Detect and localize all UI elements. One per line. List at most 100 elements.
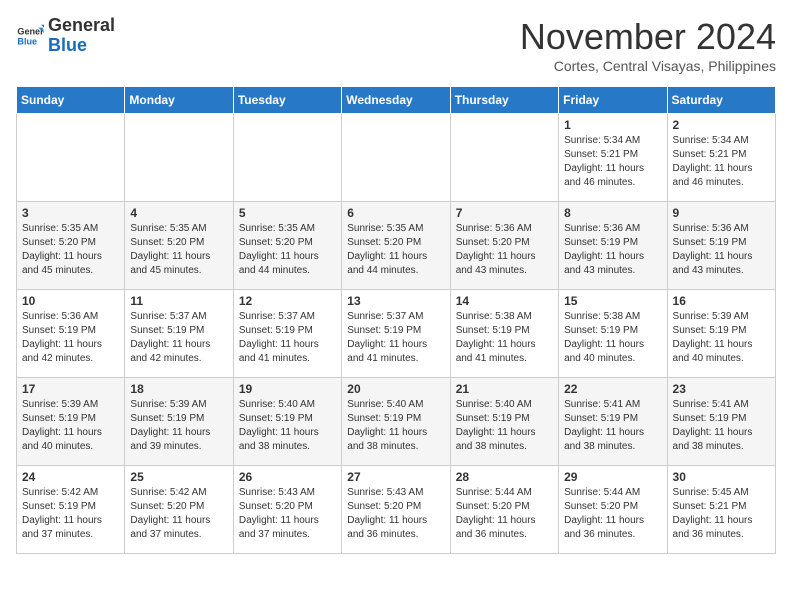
day-number: 9 xyxy=(673,206,770,220)
day-header-monday: Monday xyxy=(125,87,233,114)
day-info: Sunrise: 5:36 AM Sunset: 5:20 PM Dayligh… xyxy=(456,222,553,278)
day-number: 8 xyxy=(564,206,661,220)
calendar-cell: 20 Sunrise: 5:40 AM Sunset: 5:19 PM Dayli… xyxy=(342,378,450,466)
day-number: 19 xyxy=(239,382,336,396)
calendar-cell xyxy=(233,114,341,202)
day-number: 6 xyxy=(347,206,444,220)
day-number: 14 xyxy=(456,294,553,308)
calendar-cell: 22 Sunrise: 5:41 AM Sunset: 5:19 PM Dayli… xyxy=(559,378,667,466)
calendar-cell: 29 Sunrise: 5:44 AM Sunset: 5:20 PM Dayli… xyxy=(559,466,667,554)
day-info: Sunrise: 5:43 AM Sunset: 5:20 PM Dayligh… xyxy=(239,486,336,542)
month-title: November 2024 xyxy=(520,16,776,58)
calendar-cell: 6 Sunrise: 5:35 AM Sunset: 5:20 PM Daylig… xyxy=(342,202,450,290)
day-number: 5 xyxy=(239,206,336,220)
day-info: Sunrise: 5:38 AM Sunset: 5:19 PM Dayligh… xyxy=(564,310,661,366)
day-info: Sunrise: 5:34 AM Sunset: 5:21 PM Dayligh… xyxy=(673,134,770,190)
day-header-thursday: Thursday xyxy=(450,87,558,114)
day-info: Sunrise: 5:40 AM Sunset: 5:19 PM Dayligh… xyxy=(347,398,444,454)
day-number: 12 xyxy=(239,294,336,308)
day-number: 18 xyxy=(130,382,227,396)
day-number: 17 xyxy=(22,382,119,396)
svg-text:Blue: Blue xyxy=(17,36,37,46)
calendar-body: 1Sunrise: 5:34 AM Sunset: 5:21 PM Daylig… xyxy=(17,114,776,554)
day-number: 29 xyxy=(564,470,661,484)
day-number: 21 xyxy=(456,382,553,396)
day-number: 20 xyxy=(347,382,444,396)
calendar-cell: 4 Sunrise: 5:35 AM Sunset: 5:20 PM Daylig… xyxy=(125,202,233,290)
day-number: 24 xyxy=(22,470,119,484)
day-info: Sunrise: 5:37 AM Sunset: 5:19 PM Dayligh… xyxy=(347,310,444,366)
day-number: 10 xyxy=(22,294,119,308)
week-row-4: 17 Sunrise: 5:39 AM Sunset: 5:19 PM Dayli… xyxy=(17,378,776,466)
logo-text: General Blue xyxy=(48,16,115,56)
day-info: Sunrise: 5:42 AM Sunset: 5:19 PM Dayligh… xyxy=(22,486,119,542)
calendar-cell: 19Sunrise: 5:40 AM Sunset: 5:19 PM Dayli… xyxy=(233,378,341,466)
day-number: 27 xyxy=(347,470,444,484)
week-row-3: 10 Sunrise: 5:36 AM Sunset: 5:19 PM Dayli… xyxy=(17,290,776,378)
calendar-cell: 9 Sunrise: 5:36 AM Sunset: 5:19 PM Daylig… xyxy=(667,202,775,290)
day-header-saturday: Saturday xyxy=(667,87,775,114)
day-info: Sunrise: 5:37 AM Sunset: 5:19 PM Dayligh… xyxy=(239,310,336,366)
day-info: Sunrise: 5:39 AM Sunset: 5:19 PM Dayligh… xyxy=(22,398,119,454)
day-number: 15 xyxy=(564,294,661,308)
day-info: Sunrise: 5:39 AM Sunset: 5:19 PM Dayligh… xyxy=(673,310,770,366)
calendar-cell: 24 Sunrise: 5:42 AM Sunset: 5:19 PM Dayli… xyxy=(17,466,125,554)
page-header: General Blue General Blue November 2024 … xyxy=(16,16,776,74)
calendar-cell: 23 Sunrise: 5:41 AM Sunset: 5:19 PM Dayli… xyxy=(667,378,775,466)
header-row: SundayMondayTuesdayWednesdayThursdayFrid… xyxy=(17,87,776,114)
week-row-2: 3 Sunrise: 5:35 AM Sunset: 5:20 PM Daylig… xyxy=(17,202,776,290)
calendar-cell: 1Sunrise: 5:34 AM Sunset: 5:21 PM Daylig… xyxy=(559,114,667,202)
day-number: 4 xyxy=(130,206,227,220)
calendar-cell xyxy=(17,114,125,202)
day-number: 30 xyxy=(673,470,770,484)
day-info: Sunrise: 5:36 AM Sunset: 5:19 PM Dayligh… xyxy=(22,310,119,366)
calendar-table: SundayMondayTuesdayWednesdayThursdayFrid… xyxy=(16,86,776,554)
day-info: Sunrise: 5:44 AM Sunset: 5:20 PM Dayligh… xyxy=(564,486,661,542)
day-info: Sunrise: 5:42 AM Sunset: 5:20 PM Dayligh… xyxy=(130,486,227,542)
calendar-cell: 12 Sunrise: 5:37 AM Sunset: 5:19 PM Dayli… xyxy=(233,290,341,378)
calendar-cell xyxy=(125,114,233,202)
day-info: Sunrise: 5:35 AM Sunset: 5:20 PM Dayligh… xyxy=(22,222,119,278)
calendar-cell: 18 Sunrise: 5:39 AM Sunset: 5:19 PM Dayli… xyxy=(125,378,233,466)
calendar-cell: 2 Sunrise: 5:34 AM Sunset: 5:21 PM Daylig… xyxy=(667,114,775,202)
logo-icon: General Blue xyxy=(16,22,44,50)
day-header-tuesday: Tuesday xyxy=(233,87,341,114)
day-info: Sunrise: 5:41 AM Sunset: 5:19 PM Dayligh… xyxy=(673,398,770,454)
day-header-friday: Friday xyxy=(559,87,667,114)
day-header-sunday: Sunday xyxy=(17,87,125,114)
day-info: Sunrise: 5:36 AM Sunset: 5:19 PM Dayligh… xyxy=(564,222,661,278)
calendar-header: SundayMondayTuesdayWednesdayThursdayFrid… xyxy=(17,87,776,114)
day-info: Sunrise: 5:44 AM Sunset: 5:20 PM Dayligh… xyxy=(456,486,553,542)
day-number: 25 xyxy=(130,470,227,484)
calendar-cell: 15 Sunrise: 5:38 AM Sunset: 5:19 PM Dayli… xyxy=(559,290,667,378)
location: Cortes, Central Visayas, Philippines xyxy=(520,58,776,74)
calendar-cell: 3 Sunrise: 5:35 AM Sunset: 5:20 PM Daylig… xyxy=(17,202,125,290)
day-info: Sunrise: 5:35 AM Sunset: 5:20 PM Dayligh… xyxy=(130,222,227,278)
day-info: Sunrise: 5:39 AM Sunset: 5:19 PM Dayligh… xyxy=(130,398,227,454)
day-number: 3 xyxy=(22,206,119,220)
calendar-cell: 10 Sunrise: 5:36 AM Sunset: 5:19 PM Dayli… xyxy=(17,290,125,378)
day-info: Sunrise: 5:36 AM Sunset: 5:19 PM Dayligh… xyxy=(673,222,770,278)
calendar-cell xyxy=(450,114,558,202)
calendar-cell xyxy=(342,114,450,202)
calendar-cell: 11 Sunrise: 5:37 AM Sunset: 5:19 PM Dayli… xyxy=(125,290,233,378)
week-row-1: 1Sunrise: 5:34 AM Sunset: 5:21 PM Daylig… xyxy=(17,114,776,202)
logo: General Blue General Blue xyxy=(16,16,115,56)
week-row-5: 24 Sunrise: 5:42 AM Sunset: 5:19 PM Dayli… xyxy=(17,466,776,554)
day-info: Sunrise: 5:45 AM Sunset: 5:21 PM Dayligh… xyxy=(673,486,770,542)
day-number: 22 xyxy=(564,382,661,396)
day-info: Sunrise: 5:41 AM Sunset: 5:19 PM Dayligh… xyxy=(564,398,661,454)
day-number: 23 xyxy=(673,382,770,396)
day-header-wednesday: Wednesday xyxy=(342,87,450,114)
calendar-cell: 8 Sunrise: 5:36 AM Sunset: 5:19 PM Daylig… xyxy=(559,202,667,290)
title-block: November 2024 Cortes, Central Visayas, P… xyxy=(520,16,776,74)
day-number: 26 xyxy=(239,470,336,484)
calendar-cell: 17 Sunrise: 5:39 AM Sunset: 5:19 PM Dayli… xyxy=(17,378,125,466)
calendar-cell: 16Sunrise: 5:39 AM Sunset: 5:19 PM Dayli… xyxy=(667,290,775,378)
day-info: Sunrise: 5:35 AM Sunset: 5:20 PM Dayligh… xyxy=(347,222,444,278)
calendar-cell: 26 Sunrise: 5:43 AM Sunset: 5:20 PM Dayli… xyxy=(233,466,341,554)
day-info: Sunrise: 5:37 AM Sunset: 5:19 PM Dayligh… xyxy=(130,310,227,366)
day-info: Sunrise: 5:35 AM Sunset: 5:20 PM Dayligh… xyxy=(239,222,336,278)
day-number: 11 xyxy=(130,294,227,308)
day-number: 2 xyxy=(673,118,770,132)
